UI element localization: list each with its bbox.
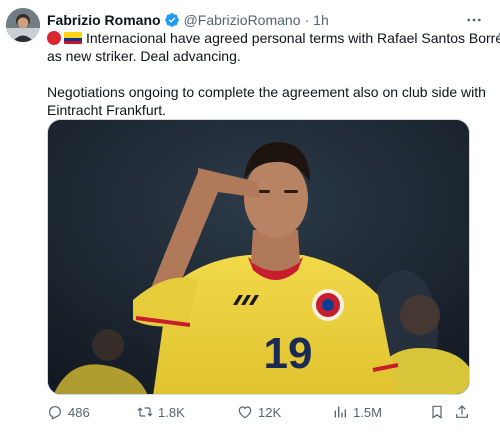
jersey-number: 19	[264, 329, 313, 378]
retweet-count: 1.8K	[158, 404, 185, 420]
retweet-icon	[137, 407, 153, 417]
author-handle[interactable]: @FabrizioRomano	[184, 10, 301, 30]
author-name[interactable]: Fabrizio Romano	[47, 10, 161, 30]
bookmark-icon	[432, 405, 442, 419]
tweet-text-line-3: Negotiations ongoing to complete the agr…	[47, 84, 486, 100]
tweet-text-line-2: as new striker. Deal advancing.	[47, 48, 241, 64]
views-button[interactable]: 1.5M	[332, 402, 382, 422]
reply-button[interactable]: 486	[47, 402, 90, 422]
retweet-button[interactable]: 1.8K	[137, 402, 185, 422]
share-button[interactable]	[454, 402, 470, 422]
reply-count: 486	[68, 404, 90, 420]
tweet[interactable]: Fabrizio Romano @FabrizioRomano · 1h Int…	[0, 0, 500, 440]
views-count: 1.5M	[353, 404, 382, 420]
more-options-icon[interactable]	[462, 10, 486, 30]
separator-dot: ·	[304, 12, 310, 28]
like-count: 12K	[258, 404, 282, 420]
like-button[interactable]: 12K	[237, 402, 281, 422]
share-icon	[456, 405, 468, 418]
timestamp[interactable]: 1h	[313, 10, 329, 30]
tweet-header: Fabrizio Romano @FabrizioRomano · 1h	[47, 10, 486, 30]
analytics-icon	[334, 406, 346, 418]
heart-icon	[238, 406, 252, 419]
colombia-flag-icon	[64, 32, 82, 44]
bookmark-button[interactable]	[429, 402, 445, 422]
avatar[interactable]	[6, 8, 40, 42]
tweet-text-line-1: Internacional have agreed personal terms…	[47, 29, 500, 47]
verified-badge-icon	[164, 12, 180, 28]
red-circle-icon	[47, 31, 61, 45]
reply-icon	[49, 406, 61, 420]
tweet-text-line-4: Eintracht Frankfurt.	[47, 102, 167, 118]
tweet-actions: 486 1.8K 12K 1.5M	[47, 402, 470, 422]
tweet-photo[interactable]: 19	[47, 119, 470, 395]
tweet-text: Internacional have agreed personal terms…	[47, 29, 500, 119]
